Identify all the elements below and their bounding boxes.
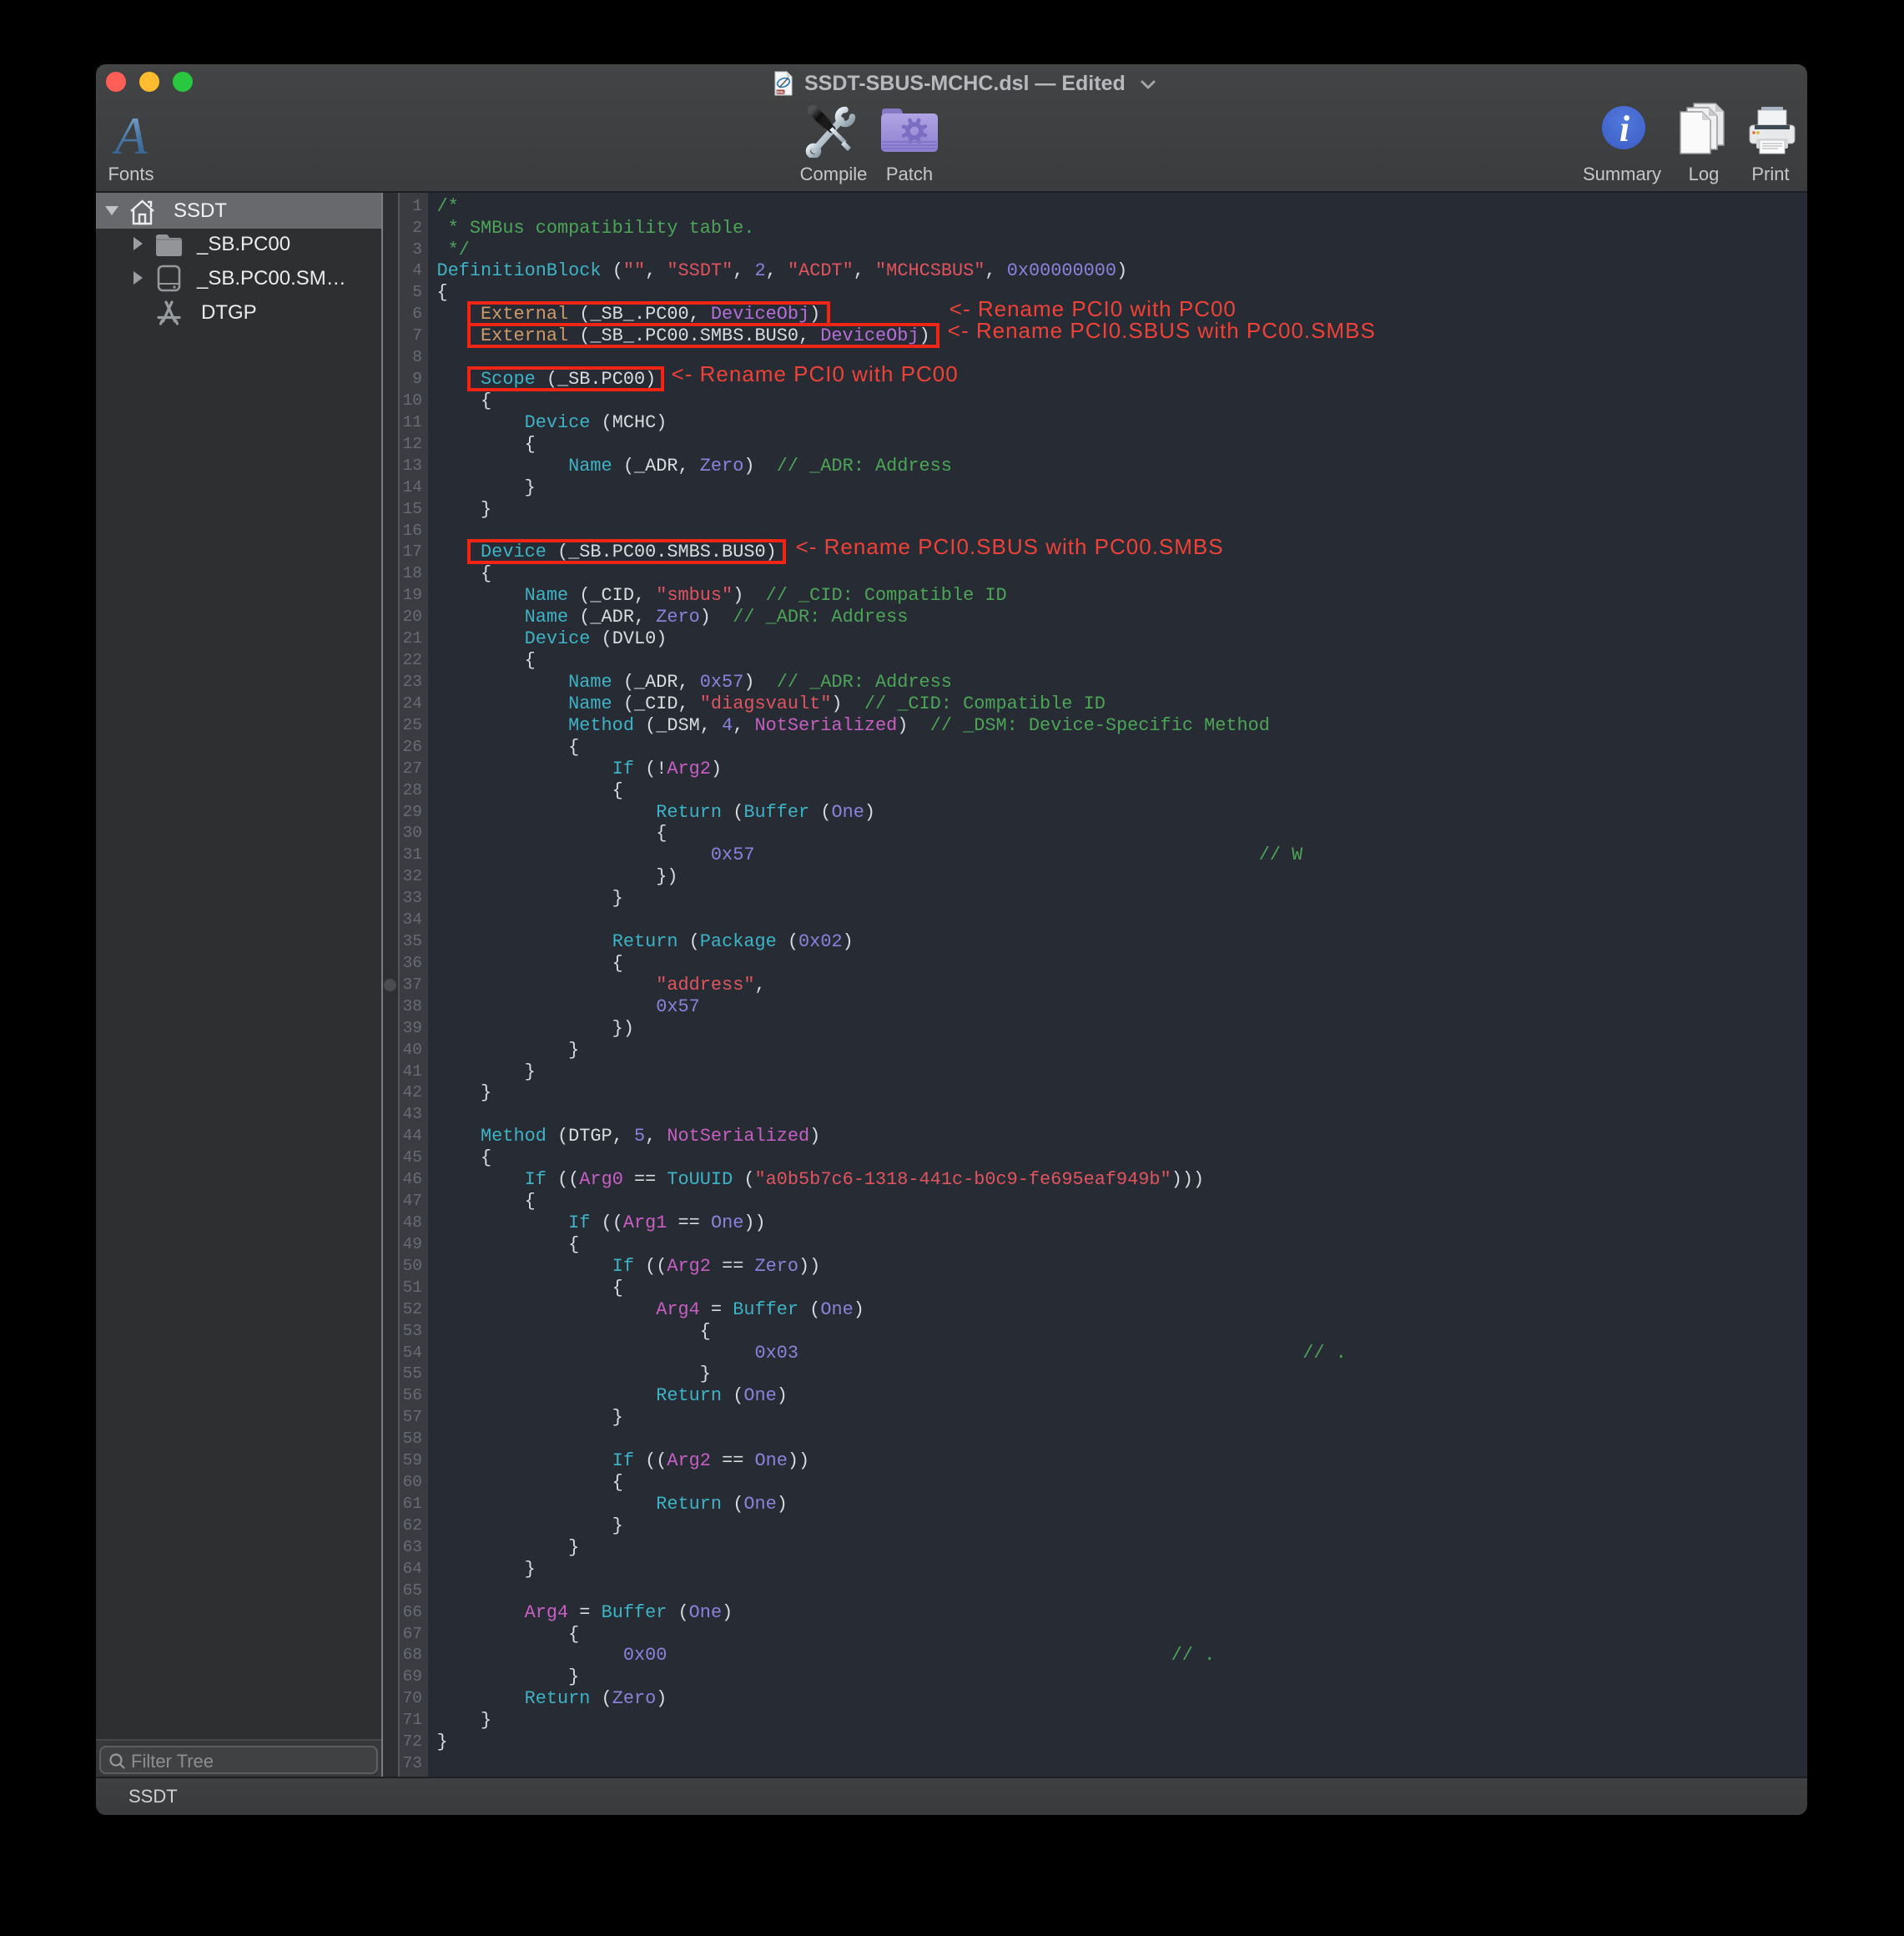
svg-text:DSL: DSL: [777, 90, 784, 94]
svg-text:i: i: [1619, 108, 1630, 149]
svg-text:A: A: [113, 114, 148, 158]
